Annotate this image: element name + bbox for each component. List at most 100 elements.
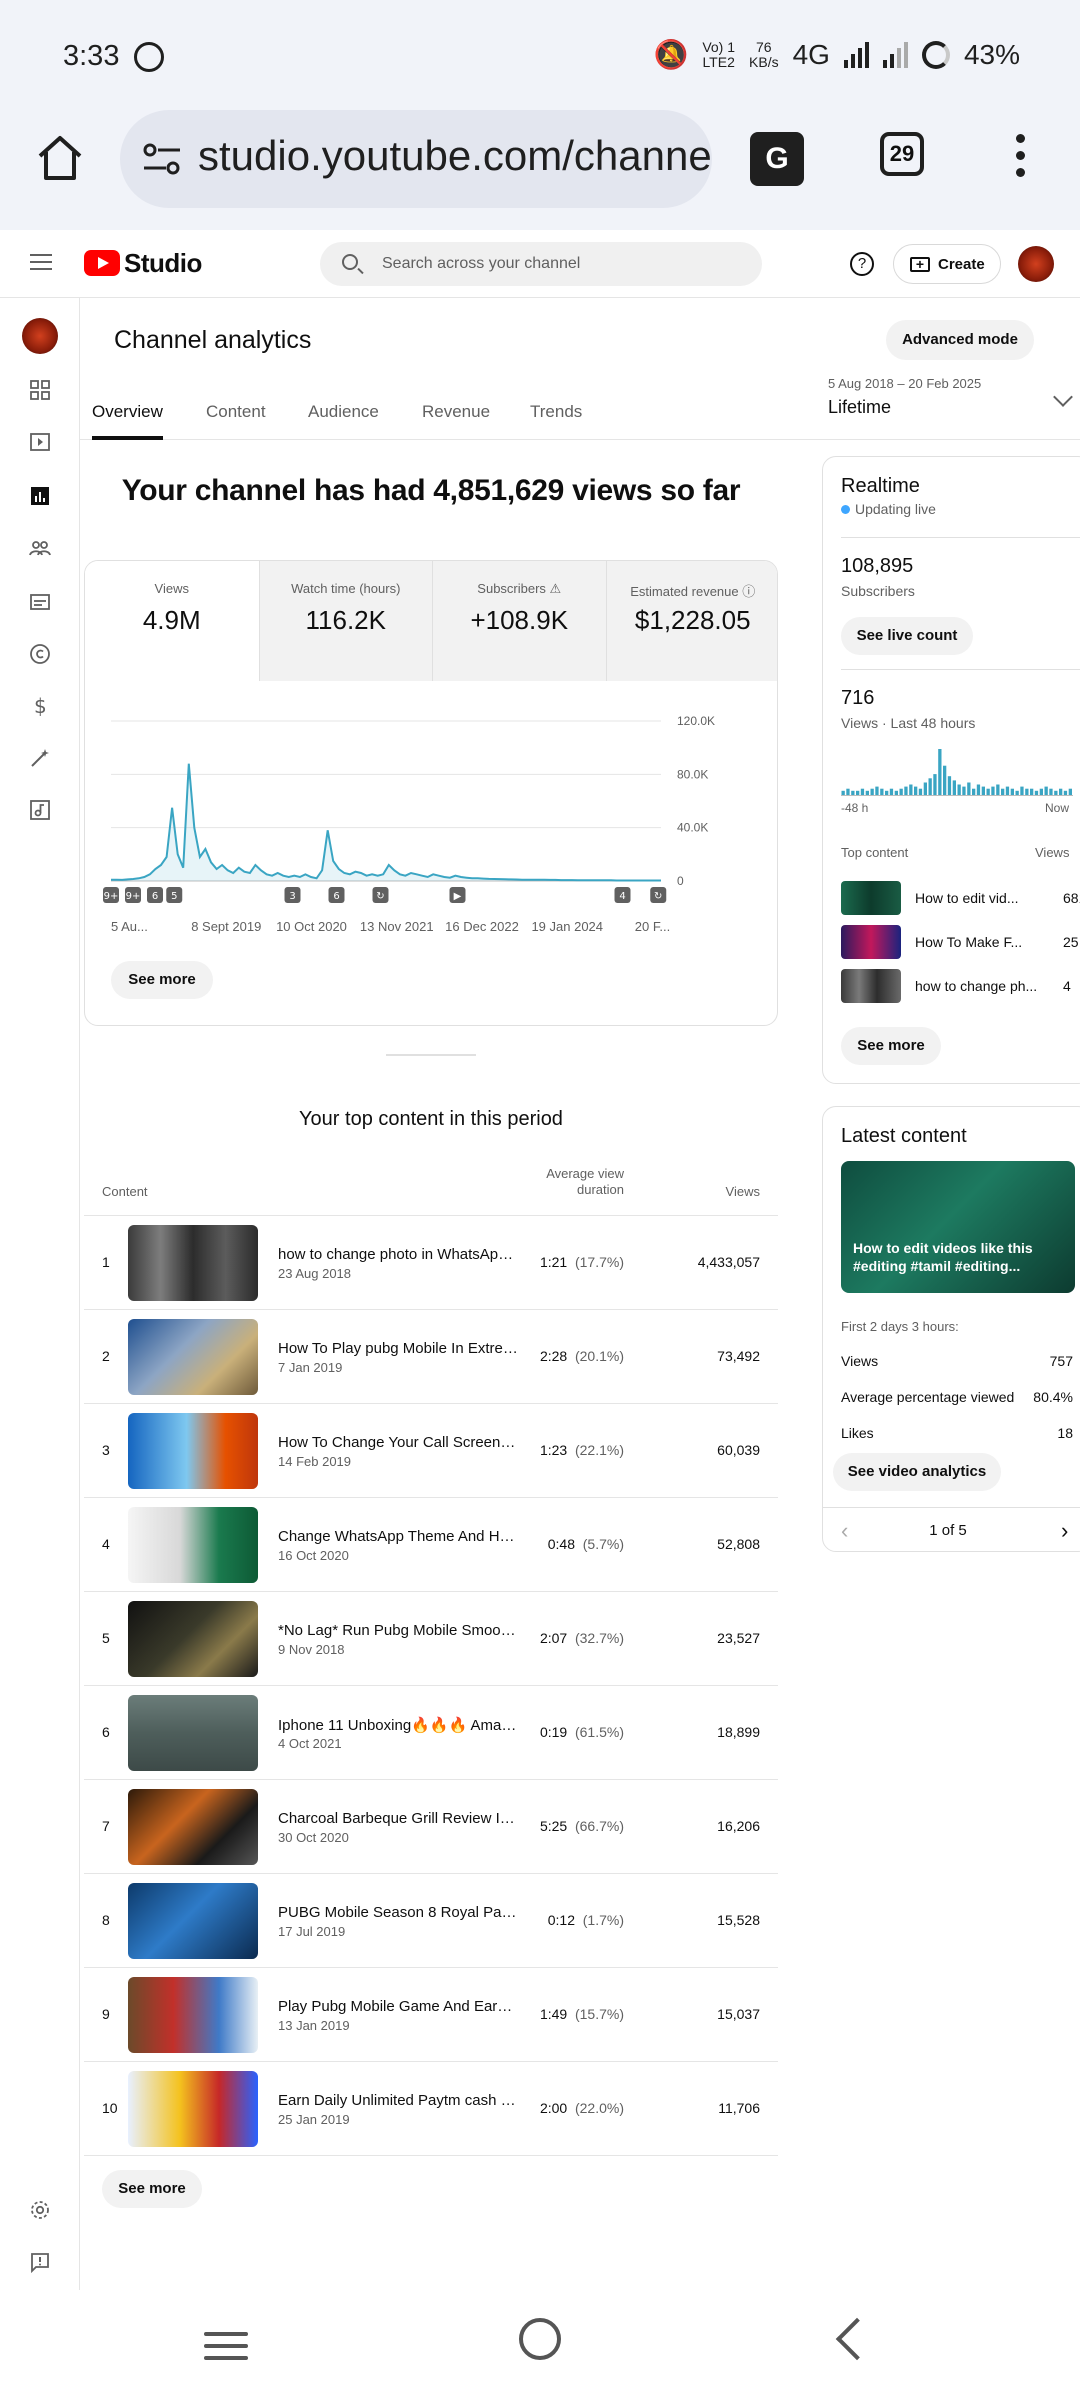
views-line-chart[interactable]: 120.0K 80.0K 40.0K 0 9+ 9+ 6 5 3 6 ↻ ▶ 4 ↻ 5 Au... 8 Se…	[85, 681, 778, 941]
video-title[interactable]: PUBG Mobile Season 8 Royal Pass ...	[278, 1904, 518, 1921]
tab-audience[interactable]: Audience	[308, 402, 379, 422]
realtime-bar[interactable]	[1001, 788, 1005, 795]
realtime-bar[interactable]	[909, 784, 913, 796]
video-title[interactable]: How To Play pubg Mobile In Extrem...	[278, 1340, 518, 1357]
tab-trends[interactable]: Trends	[530, 402, 582, 422]
back-icon[interactable]	[835, 2317, 879, 2361]
video-thumbnail[interactable]	[128, 1319, 258, 1395]
video-thumbnail[interactable]	[128, 1695, 258, 1771]
analytics-icon[interactable]	[28, 484, 52, 508]
realtime-bar[interactable]	[947, 776, 952, 795]
realtime-bar[interactable]	[846, 788, 850, 795]
realtime-bar[interactable]	[962, 786, 966, 795]
realtime-bar[interactable]	[885, 790, 889, 795]
video-thumbnail[interactable]	[128, 1977, 258, 2053]
url-text[interactable]: studio.youtube.com/channe	[198, 132, 712, 180]
realtime-top-item[interactable]: How to edit vid... 681	[841, 881, 1080, 917]
realtime-bar[interactable]	[938, 749, 942, 795]
video-title[interactable]: Change WhatsApp Theme And Hom...	[278, 1528, 518, 1545]
video-thumbnail[interactable]	[128, 1507, 258, 1583]
tab-switcher-button[interactable]: 29	[880, 132, 924, 176]
realtime-bar[interactable]	[865, 790, 869, 795]
realtime-bar[interactable]	[904, 786, 908, 795]
tab-revenue[interactable]: Revenue	[422, 402, 490, 422]
event-marker[interactable]: 3	[284, 887, 301, 903]
realtime-bar[interactable]	[1059, 788, 1063, 795]
realtime-bar[interactable]	[981, 786, 985, 795]
video-thumbnail[interactable]	[128, 1883, 258, 1959]
realtime-bar[interactable]	[933, 774, 937, 795]
youtube-logo-icon[interactable]	[84, 250, 120, 276]
metric-watch-time[interactable]: Watch time (hours) 116.2K	[258, 561, 432, 681]
address-bar[interactable]: studio.youtube.com/channe	[120, 110, 712, 208]
table-row[interactable]: 5 *No Lag* Run Pubg Mobile Smoothl... 9 No…	[84, 1592, 778, 1686]
realtime-bar[interactable]	[1068, 788, 1072, 795]
video-thumbnail[interactable]	[128, 1789, 258, 1865]
more-options-icon[interactable]	[1012, 134, 1028, 185]
settings-icon[interactable]	[28, 2198, 52, 2222]
realtime-bar[interactable]	[880, 788, 884, 795]
realtime-bar[interactable]	[1005, 786, 1010, 795]
realtime-bar[interactable]	[1034, 790, 1039, 795]
realtime-bar[interactable]	[986, 788, 990, 795]
realtime-bar[interactable]	[899, 788, 903, 795]
copyright-icon[interactable]	[28, 642, 52, 666]
realtime-bar[interactable]	[923, 782, 927, 796]
video-title[interactable]: How To Change Your Call Screen Ba...	[278, 1434, 518, 1451]
realtime-bar[interactable]	[875, 786, 879, 795]
realtime-bar[interactable]	[996, 784, 1000, 796]
home-icon[interactable]	[34, 132, 86, 184]
realtime-bar[interactable]	[918, 788, 923, 795]
realtime-bar[interactable]	[1063, 790, 1068, 795]
realtime-bar[interactable]	[1030, 788, 1034, 795]
realtime-top-item[interactable]: How To Make F... 25	[841, 925, 1080, 961]
realtime-bar[interactable]	[914, 786, 918, 795]
chevron-right-icon[interactable]: ›	[1061, 1518, 1068, 1544]
video-thumbnail[interactable]	[128, 2071, 258, 2147]
realtime-bar[interactable]	[1049, 788, 1053, 795]
column-avg-view-duration[interactable]: Average view duration	[524, 1166, 624, 1198]
realtime-see-more-button[interactable]: See more	[841, 1027, 941, 1065]
table-row[interactable]: 8 PUBG Mobile Season 8 Royal Pass ... 17 J…	[84, 1874, 778, 1968]
earn-icon[interactable]: $	[28, 694, 52, 718]
realtime-bar[interactable]	[1039, 788, 1043, 795]
tab-content[interactable]: Content	[206, 402, 266, 422]
community-icon[interactable]	[28, 536, 52, 560]
video-title[interactable]: Earn Daily Unlimited Paytm cash | 4...	[278, 2092, 518, 2109]
video-title[interactable]: Iphone 11 Unboxing🔥🔥🔥 Amazo...	[278, 1716, 518, 1734]
realtime-bar[interactable]	[991, 786, 995, 795]
video-title[interactable]: Charcoal Barbeque Grill Review In T...	[278, 1810, 518, 1827]
realtime-bar[interactable]	[870, 788, 874, 795]
realtime-bar[interactable]	[1015, 790, 1019, 795]
audio-library-icon[interactable]	[28, 798, 52, 822]
table-row[interactable]: 10 Earn Daily Unlimited Paytm cash | 4...…	[84, 2062, 778, 2156]
video-title[interactable]: *No Lag* Run Pubg Mobile Smoothl...	[278, 1622, 518, 1639]
event-marker[interactable]: 5	[166, 887, 183, 903]
realtime-bar[interactable]	[943, 765, 947, 795]
realtime-bar[interactable]	[1020, 786, 1024, 795]
realtime-bar[interactable]	[1010, 788, 1014, 795]
event-marker[interactable]: 9+	[125, 887, 141, 903]
realtime-bar[interactable]	[952, 780, 956, 795]
feedback-icon[interactable]	[28, 2250, 52, 2274]
menu-icon[interactable]	[30, 254, 52, 275]
help-icon[interactable]: ?	[850, 252, 874, 276]
event-marker[interactable]: ↻	[650, 887, 667, 903]
account-avatar[interactable]	[1018, 246, 1054, 282]
event-marker[interactable]: ▶	[449, 887, 466, 903]
search-box[interactable]: Search across your channel	[320, 242, 762, 286]
top-content-see-more-button[interactable]: See more	[102, 2170, 202, 2208]
create-button[interactable]: + Create	[893, 244, 1001, 284]
date-range-text[interactable]: 5 Aug 2018 – 20 Feb 2025	[828, 376, 981, 391]
realtime-bar[interactable]	[851, 790, 855, 795]
content-icon[interactable]	[28, 430, 52, 454]
table-row[interactable]: 7 Charcoal Barbeque Grill Review In T... 3…	[84, 1780, 778, 1874]
event-marker[interactable]: 6	[328, 887, 345, 903]
realtime-bar[interactable]	[889, 788, 894, 795]
event-marker[interactable]: 4	[614, 887, 631, 903]
realtime-bar[interactable]	[1025, 788, 1029, 795]
realtime-bar[interactable]	[1044, 786, 1048, 795]
realtime-bar[interactable]	[957, 784, 961, 796]
overview-see-more-button[interactable]: See more	[111, 961, 213, 999]
realtime-bar[interactable]	[1054, 790, 1058, 795]
